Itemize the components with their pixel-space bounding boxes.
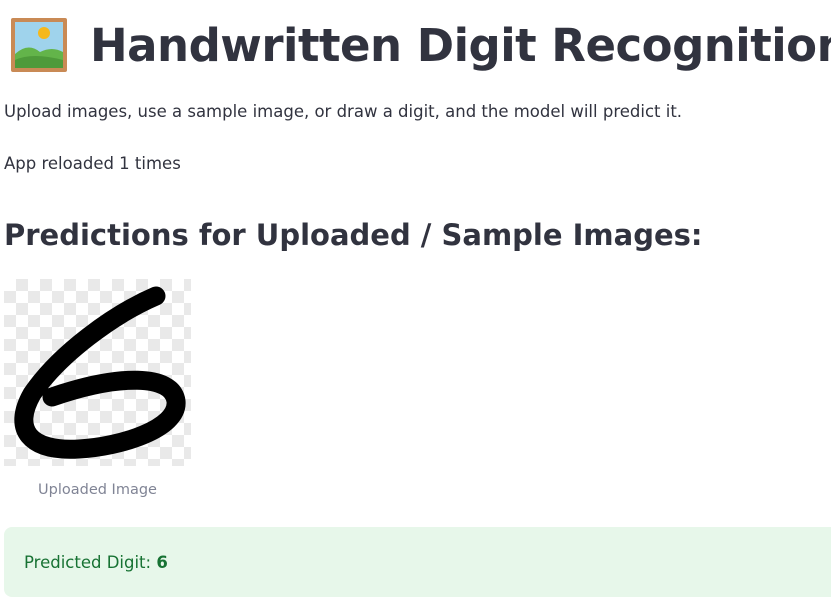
reload-status: App reloaded 1 times: [4, 154, 181, 173]
image-caption: Uploaded Image: [38, 482, 157, 498]
predictions-subheader: Predictions for Uploaded / Sample Images…: [4, 218, 703, 252]
prediction-label: Predicted Digit:: [24, 552, 152, 572]
prediction-success-alert: Predicted Digit: 6: [4, 527, 831, 597]
app-description: Upload images, use a sample image, or dr…: [4, 102, 683, 121]
predicted-digit-value: 6: [156, 552, 168, 572]
prediction-result: Predicted Digit: 6: [24, 553, 168, 572]
page-title: Handwritten Digit Recognition: [90, 18, 831, 72]
uploaded-digit-image: [4, 279, 191, 466]
framed-picture-icon: [11, 18, 67, 72]
title-row: Handwritten Digit Recognition: [10, 12, 831, 78]
handwritten-six-drawing: [14, 286, 186, 459]
app-page: Handwritten Digit Recognition Upload ima…: [0, 0, 831, 607]
